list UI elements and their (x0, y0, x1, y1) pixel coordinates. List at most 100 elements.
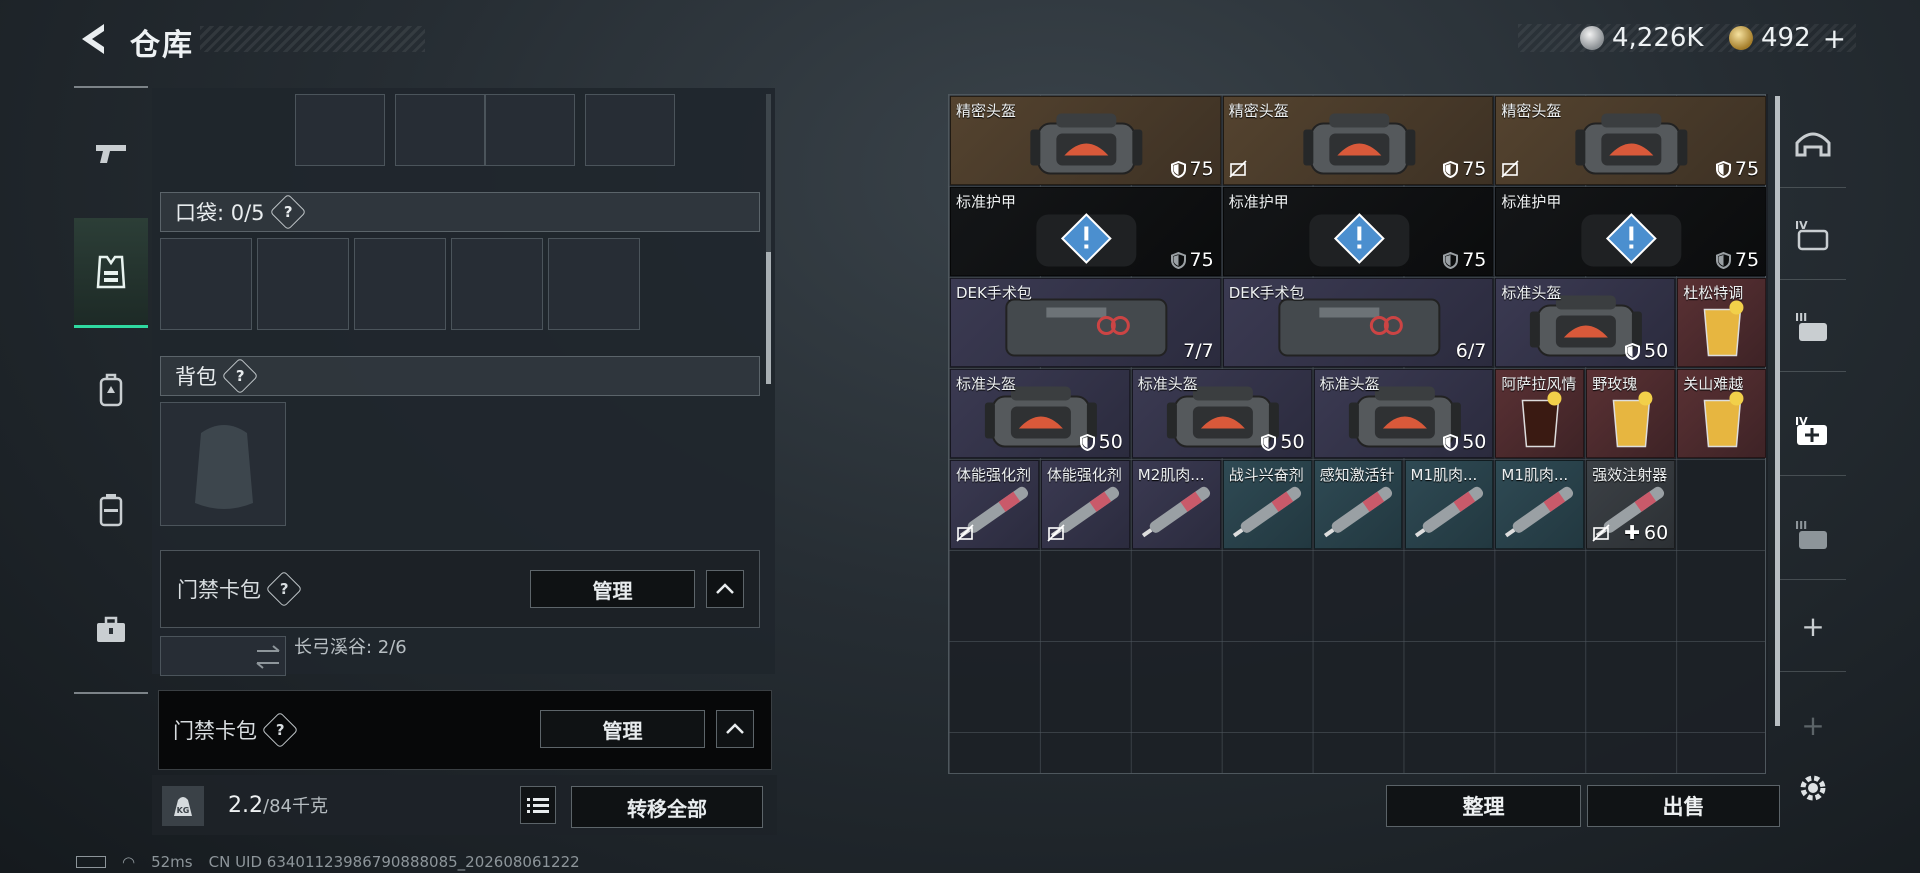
nav-backpack[interactable] (74, 355, 148, 425)
filter-medkit-iv[interactable]: IV (1780, 386, 1846, 476)
inventory-item[interactable]: 感知激活针 (1313, 460, 1403, 549)
inventory-item[interactable]: 精密头盔 75 (1222, 96, 1494, 185)
help-icon[interactable]: ? (269, 193, 306, 231)
item-name: 关山难越 (1683, 375, 1744, 393)
add-filter-button[interactable]: + (1780, 582, 1846, 672)
item-name: 野玫瑰 (1592, 375, 1638, 393)
inventory-item[interactable]: 标准头盔 50 (1131, 369, 1312, 458)
item-value: 75 (1715, 158, 1759, 180)
inventory-item[interactable]: 精密头盔 75 (1495, 96, 1767, 185)
inventory-item[interactable]: 强效注射器 ✚ 60 (1586, 460, 1676, 549)
gold-currency[interactable]: 492 + (1729, 22, 1846, 55)
inventory-item[interactable]: 标准护甲 75 (950, 187, 1221, 276)
filter-helmet[interactable] (1780, 98, 1846, 188)
silver-coin-icon (1580, 26, 1604, 50)
equipment-slot[interactable] (395, 94, 485, 166)
item-value: 7/7 (1183, 340, 1214, 362)
backpack-label: 背包 (175, 365, 217, 389)
help-icon[interactable]: ? (221, 357, 259, 395)
pocket-slot[interactable] (160, 238, 252, 330)
item-value: 75 (1170, 249, 1214, 271)
nav-case[interactable] (74, 595, 148, 665)
help-icon[interactable]: ? (261, 711, 299, 749)
item-value: 75 (1443, 249, 1486, 271)
backpack-slot[interactable] (160, 402, 286, 526)
inventory-item[interactable]: M1肌肉... (1404, 460, 1494, 549)
add-currency-icon[interactable]: + (1823, 22, 1846, 55)
item-name: 标准头盔 (956, 375, 1017, 393)
item-value: 75 (1443, 158, 1486, 180)
inventory-item[interactable]: 标准头盔 50 (950, 369, 1130, 458)
popup-collapse-button[interactable] (716, 710, 754, 748)
inventory-item[interactable]: 野玫瑰 (1586, 369, 1676, 458)
item-name: M1肌肉... (1501, 466, 1569, 484)
inventory-item[interactable]: 标准护甲 75 (1222, 187, 1494, 276)
equipment-slot[interactable] (485, 94, 575, 166)
help-icon[interactable]: ? (265, 570, 303, 608)
nav-pouch[interactable] (74, 475, 148, 545)
gun-icon (96, 145, 126, 163)
durability-shield-icon (1079, 433, 1095, 451)
inventory-item[interactable]: DEK手术包 6/7 (1222, 278, 1494, 367)
inventory-item[interactable]: 关山难越 (1677, 369, 1767, 458)
inventory-item[interactable]: 标准头盔 50 (1313, 369, 1494, 458)
panel-scroll-thumb[interactable] (766, 252, 771, 384)
inventory-item[interactable]: 体能强化剂 (1040, 460, 1130, 549)
equipment-slot[interactable] (295, 94, 385, 166)
manage-button[interactable]: 管理 (530, 570, 695, 608)
inventory-item[interactable]: 杜松特调 (1677, 278, 1767, 367)
medkit-iv-icon: IV (1795, 415, 1827, 445)
pocket-slot[interactable] (354, 238, 446, 330)
item-name: 体能强化剂 (1046, 466, 1122, 484)
arrange-button[interactable]: 整理 (1386, 785, 1581, 827)
pocket-slot[interactable] (548, 238, 640, 330)
durability-shield-icon (1625, 342, 1640, 360)
item-name: 标准护甲 (956, 193, 1017, 211)
weight-value: 2.2/84千克 (228, 793, 328, 818)
inventory-item[interactable]: 阿萨拉风情 (1495, 369, 1585, 458)
inventory-item[interactable]: 战斗兴奋剂 (1222, 460, 1312, 549)
silver-currency[interactable]: 4,226K (1580, 22, 1703, 54)
item-name: 阿萨拉风情 (1501, 375, 1577, 393)
item-value: ✚ 60 (1624, 522, 1669, 544)
inventory-item[interactable]: 精密头盔 75 (950, 96, 1221, 185)
settings-button[interactable] (1795, 770, 1831, 806)
inventory-item[interactable]: M2肌肉... (1131, 460, 1221, 549)
equipment-slot[interactable] (585, 94, 675, 166)
back-arrow-icon (82, 24, 104, 54)
armor-iv-icon: IV (1795, 219, 1829, 250)
transfer-all-button[interactable]: 转移全部 (571, 786, 763, 828)
item-name: 标准头盔 (1501, 284, 1562, 302)
pocket-slot[interactable] (451, 238, 543, 330)
item-name: M1肌肉... (1410, 466, 1478, 484)
durability-shield-icon (1443, 433, 1459, 451)
item-name: 精密头盔 (956, 102, 1017, 120)
inventory-item[interactable]: 标准护甲 75 (1495, 187, 1767, 276)
no-trade-icon (1229, 160, 1247, 178)
no-trade-icon (956, 524, 974, 542)
wifi-icon: ◠ (122, 853, 136, 871)
popup-manage-button[interactable]: 管理 (540, 710, 705, 748)
filter-armor-iv[interactable]: IV (1780, 190, 1846, 280)
collapse-button[interactable] (706, 570, 744, 608)
inventory-item[interactable]: DEK手术包 7/7 (950, 278, 1221, 367)
item-name: DEK手术包 (956, 284, 1032, 302)
gold-amount: 492 (1761, 23, 1811, 53)
sell-button[interactable]: 出售 (1587, 785, 1780, 827)
nav-divider (74, 692, 148, 694)
inventory-item[interactable]: 体能强化剂 (950, 460, 1039, 549)
pocket-slot[interactable] (257, 238, 349, 330)
nav-weapons[interactable] (74, 118, 148, 188)
filter-armor-iii-b[interactable]: III (1780, 490, 1846, 580)
durability-shield-icon (1170, 160, 1186, 178)
list-icon (527, 798, 549, 813)
inventory-item[interactable]: 标准头盔 50 (1495, 278, 1676, 367)
nav-gear[interactable] (74, 218, 148, 328)
pocket-header: 口袋: 0/5 ? (160, 192, 760, 232)
filter-armor-iii[interactable]: III (1780, 282, 1846, 372)
inventory-item[interactable]: M1肌肉... (1495, 460, 1585, 549)
back-button[interactable] (76, 20, 110, 58)
list-view-button[interactable] (520, 786, 556, 824)
keycard-slot[interactable] (160, 636, 286, 676)
ping-text: 52ms (151, 853, 193, 871)
